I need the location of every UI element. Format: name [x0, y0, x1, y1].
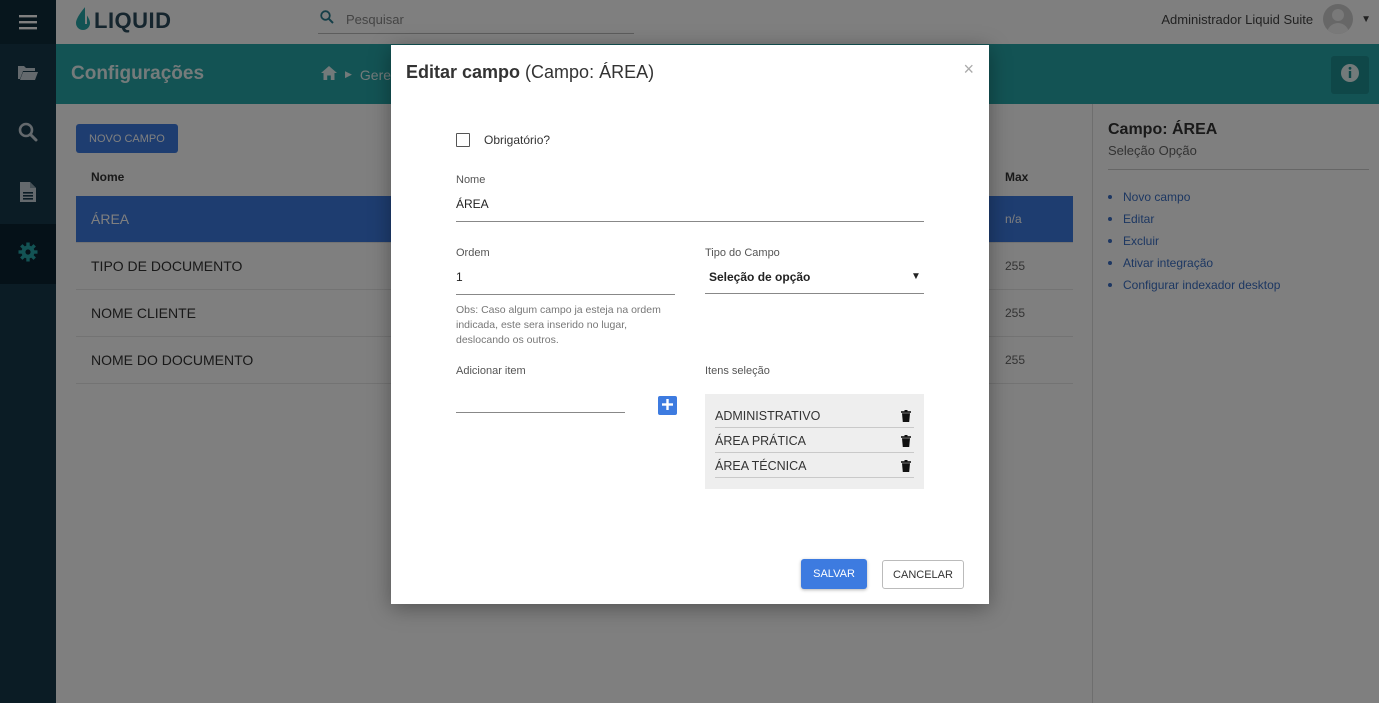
required-label: Obrigatório?: [484, 133, 551, 147]
add-item-label: Adicionar item: [456, 365, 526, 377]
add-item-input[interactable]: [456, 392, 625, 412]
plus-icon: [662, 397, 673, 415]
required-checkbox[interactable]: [456, 133, 470, 147]
order-underline: [456, 294, 675, 295]
field-type-label: Tipo do Campo: [705, 247, 780, 259]
name-label: Nome: [456, 174, 486, 186]
close-icon[interactable]: ×: [963, 59, 974, 80]
list-item: ÁREA TÉCNICA: [715, 453, 914, 478]
order-label: Ordem: [456, 247, 490, 259]
list-item: ADMINISTRATIVO: [715, 403, 914, 428]
field-type-select[interactable]: Seleção de opção: [709, 270, 810, 284]
list-item-label: ÁREA TÉCNICA: [715, 459, 807, 473]
cancel-button[interactable]: CANCELAR: [882, 560, 964, 589]
save-button[interactable]: SALVAR: [801, 559, 867, 589]
order-field[interactable]: 1: [456, 270, 463, 284]
dropdown-arrow-icon[interactable]: ▼: [911, 271, 921, 282]
trash-icon[interactable]: [901, 459, 911, 477]
order-note: Obs: Caso algum campo ja esteja na ordem…: [456, 304, 661, 346]
dialog-title-field: (Campo: ÁREA): [525, 62, 655, 82]
field-type-underline: [705, 293, 924, 294]
edit-field-dialog: Editar campo (Campo: ÁREA) × Obrigatório…: [391, 45, 989, 604]
dialog-title-bold: Editar campo: [406, 62, 521, 82]
trash-icon[interactable]: [901, 409, 911, 427]
trash-icon[interactable]: [901, 434, 911, 452]
add-item-underline: [456, 412, 625, 413]
add-item-button[interactable]: [658, 396, 677, 415]
name-field[interactable]: ÁREA: [456, 197, 489, 211]
list-item-label: ÁREA PRÁTICA: [715, 434, 806, 448]
dialog-title: Editar campo (Campo: ÁREA): [406, 62, 654, 83]
list-item: ÁREA PRÁTICA: [715, 428, 914, 453]
name-underline: [456, 221, 924, 222]
selection-items-label: Itens seleção: [705, 365, 770, 377]
list-item-label: ADMINISTRATIVO: [715, 409, 821, 423]
selection-items-list: ADMINISTRATIVO ÁREA PRÁTICA ÁREA TÉCNICA: [705, 394, 924, 489]
